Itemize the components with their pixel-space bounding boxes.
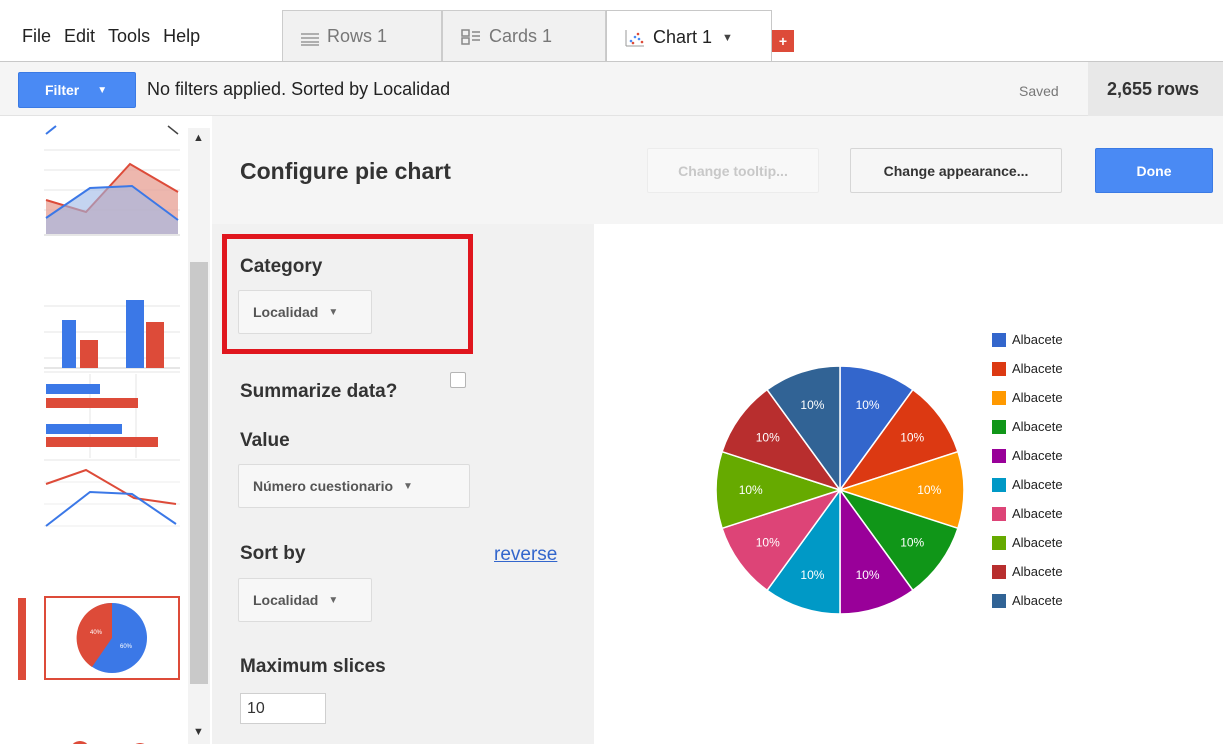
legend-swatch <box>992 506 1006 521</box>
menu-file[interactable]: File <box>22 26 51 47</box>
top-bar: File Edit Tools Help Rows 1 Cards 1 Char… <box>0 0 1223 64</box>
legend-label: Albacete <box>1012 506 1063 521</box>
cards-icon <box>461 28 481 45</box>
row-count: 2,655 rows <box>1088 62 1223 116</box>
legend-item-3: Albacete <box>992 412 1063 441</box>
legend-label: Albacete <box>1012 448 1063 463</box>
pie-slice-label-9: 10% <box>800 398 824 412</box>
sortby-label: Sort by <box>240 543 306 564</box>
area-chart-thumbnail[interactable] <box>44 120 180 236</box>
pie-thumb-label-a: 40% <box>90 630 103 636</box>
legend-swatch <box>992 564 1006 579</box>
legend-item-4: Albacete <box>992 441 1063 470</box>
scroll-down-icon[interactable]: ▼ <box>193 726 204 738</box>
legend-label: Albacete <box>1012 535 1063 550</box>
summarize-checkbox[interactable] <box>450 372 466 388</box>
maxslices-label: Maximum slices <box>240 656 386 677</box>
legend-item-6: Albacete <box>992 499 1063 528</box>
menu-edit[interactable]: Edit <box>64 26 95 47</box>
donut-chart-thumbnail[interactable] <box>44 734 180 744</box>
legend-label: Albacete <box>1012 564 1063 579</box>
legend-swatch <box>992 332 1006 347</box>
chart-legend: Albacete Albacete Albacete Albacete Albacete… <box>992 325 1063 615</box>
legend-item-7: Albacete <box>992 528 1063 557</box>
saved-status: Saved <box>1019 83 1059 99</box>
pie-thumb-label-b: 60% <box>120 644 133 650</box>
selected-indicator <box>18 598 26 680</box>
menu-tools[interactable]: Tools <box>108 26 150 47</box>
tab-rows-label: Rows 1 <box>327 26 388 46</box>
change-appearance-button[interactable]: Change appearance... <box>850 148 1062 193</box>
bar-line-chart-thumbnails[interactable] <box>44 288 180 548</box>
legend-item-5: Albacete <box>992 470 1063 499</box>
summarize-label: Summarize data? <box>240 381 398 402</box>
tab-cards-label: Cards 1 <box>489 26 553 46</box>
value-select[interactable]: Número cuestionario ▼ <box>238 464 470 508</box>
chevron-down-icon: ▼ <box>328 594 339 606</box>
menu-bar: File Edit Tools Help <box>22 26 200 47</box>
filter-button-label: Filter <box>45 82 80 98</box>
pie-slice-label-4: 10% <box>856 568 880 582</box>
legend-label: Albacete <box>1012 593 1063 608</box>
chevron-down-icon[interactable]: ▼ <box>722 32 733 44</box>
legend-label: Albacete <box>1012 477 1063 492</box>
reverse-link[interactable]: reverse <box>494 544 557 566</box>
legend-item-1: Albacete <box>992 354 1063 383</box>
legend-swatch <box>992 477 1006 492</box>
page-title: Configure pie chart <box>240 158 451 184</box>
tab-chart-label: Chart 1 <box>653 27 713 47</box>
legend-label: Albacete <box>1012 332 1063 347</box>
chevron-down-icon: ▼ <box>97 84 108 96</box>
pie-slice-label-2: 10% <box>917 483 941 497</box>
tab-rows[interactable]: Rows 1 <box>282 10 442 62</box>
pie-chart: 10% 10% 10% 10% 10% 10% 10% 10% 10% 10% <box>715 365 965 615</box>
legend-item-8: Albacete <box>992 557 1063 586</box>
legend-swatch <box>992 593 1006 608</box>
legend-item-9: Albacete <box>992 586 1063 615</box>
legend-swatch <box>992 448 1006 463</box>
sidebar-scrollbar-thumb[interactable] <box>190 262 208 684</box>
tab-chart[interactable]: Chart 1 ▼ <box>606 10 772 64</box>
menu-help[interactable]: Help <box>163 26 200 47</box>
legend-swatch <box>992 419 1006 434</box>
legend-swatch <box>992 390 1006 405</box>
value-select-value: Número cuestionario <box>253 478 394 494</box>
rows-icon <box>301 30 319 46</box>
pie-slice-label-7: 10% <box>739 483 763 497</box>
chevron-down-icon: ▼ <box>403 480 413 492</box>
filter-bar: Filter ▼ No filters applied. Sorted by L… <box>0 62 1223 116</box>
tab-cards[interactable]: Cards 1 <box>442 10 606 62</box>
value-label: Value <box>240 430 290 451</box>
pie-slice-label-3: 10% <box>900 535 924 549</box>
filter-status-text: No filters applied. Sorted by Localidad <box>147 79 451 99</box>
pie-slice-label-0: 10% <box>856 398 880 412</box>
pie-slice-label-6: 10% <box>756 535 780 549</box>
sortby-select-value: Localidad <box>253 592 319 608</box>
legend-swatch <box>992 361 1006 376</box>
pie-slice-label-5: 10% <box>800 568 824 582</box>
legend-label: Albacete <box>1012 361 1063 376</box>
maxslices-input[interactable]: 10 <box>240 693 326 724</box>
legend-label: Albacete <box>1012 419 1063 434</box>
category-highlight-box <box>222 234 473 354</box>
change-tooltip-button[interactable]: Change tooltip... <box>647 148 819 193</box>
legend-item-0: Albacete <box>992 325 1063 354</box>
add-tab-button[interactable]: + <box>772 30 794 52</box>
sortby-select[interactable]: Localidad ▼ <box>238 578 372 622</box>
pie-slice-label-8: 10% <box>756 431 780 445</box>
area-chart-icon <box>44 125 180 236</box>
done-button[interactable]: Done <box>1095 148 1213 193</box>
filter-button[interactable]: Filter ▼ <box>18 72 136 108</box>
legend-item-2: Albacete <box>992 383 1063 412</box>
legend-swatch <box>992 535 1006 550</box>
pie-chart-icon: 40% 60% <box>76 602 147 673</box>
pie-chart-thumbnail[interactable]: 40% 60% <box>44 596 180 680</box>
chart-icon <box>625 29 645 47</box>
legend-label: Albacete <box>1012 390 1063 405</box>
pie-slice-label-1: 10% <box>900 431 924 445</box>
column-bar-line-chart-icon <box>44 300 180 527</box>
donut-chart-icon <box>72 741 145 744</box>
scroll-up-icon[interactable]: ▲ <box>193 132 204 144</box>
